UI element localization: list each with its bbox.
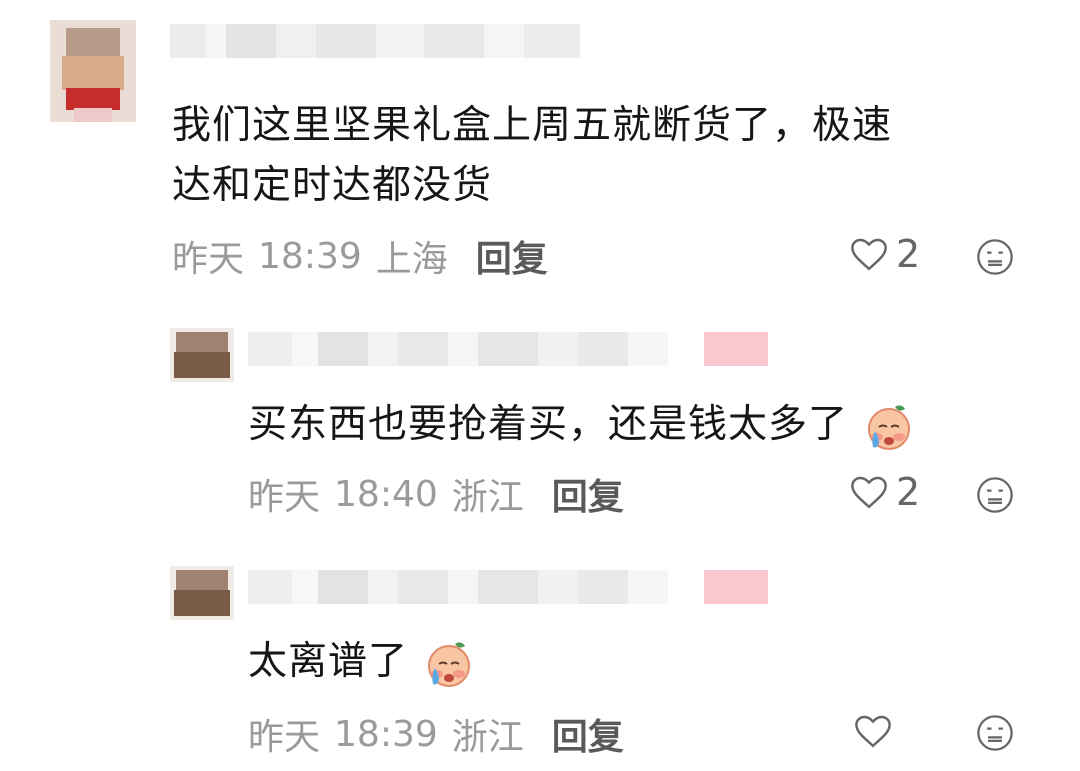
comment-meta: 昨天 18:40 浙江 回复 [248,468,624,520]
comment-meta: 昨天 18:39 上海 回复 [172,230,548,282]
dislike-button[interactable] [974,474,1016,520]
comment-text: 我们这里坚果礼盒上周五就断货了，极速 [172,103,893,148]
username-blurred[interactable] [170,24,580,58]
heart-icon [855,715,891,748]
comment-time: 18:40 [334,473,438,515]
crying-face-emoji [428,641,471,687]
dislike-button[interactable] [974,712,1016,758]
comment-location: 浙江 [451,477,524,518]
username-blurred[interactable] [248,332,768,366]
comment-text: 太离谱了 [248,632,473,692]
reply-button[interactable]: 回复 [476,230,548,282]
avatar[interactable] [170,566,234,620]
meh-face-icon [977,239,1013,275]
comment-text: 买东西也要抢着买，还是钱太多了 [248,395,913,455]
comment-time: 18:39 [258,235,362,277]
comment-date: 昨天 [172,239,245,280]
comment-date: 昨天 [248,717,321,758]
avatar[interactable] [170,328,234,382]
reply-button[interactable]: 回复 [552,708,624,760]
comment-location: 浙江 [451,717,524,758]
reply-button[interactable]: 回复 [552,468,624,520]
dislike-button[interactable] [974,236,1016,282]
heart-icon [851,238,887,271]
like-count: 2 [896,470,921,514]
meh-face-icon [977,715,1013,751]
username-blurred[interactable] [248,570,768,604]
comment-time: 18:39 [334,713,438,755]
comment-text-body: 买东西也要抢着买，还是钱太多了 [248,402,849,447]
like-count: 2 [896,232,921,276]
comment-location: 上海 [375,239,448,280]
like-button[interactable]: 2 [848,470,920,514]
comment-text: 达和定时达都没货 [172,163,493,208]
comment-text-body: 太离谱了 [248,639,409,684]
heart-icon [851,476,887,509]
meh-face-icon [977,477,1013,513]
like-button[interactable]: 2 [848,232,920,276]
avatar[interactable] [50,20,136,122]
comment-meta: 昨天 18:39 浙江 回复 [248,708,624,760]
like-button[interactable] [852,710,900,752]
comment-date: 昨天 [248,477,321,518]
crying-face-emoji [868,404,911,450]
